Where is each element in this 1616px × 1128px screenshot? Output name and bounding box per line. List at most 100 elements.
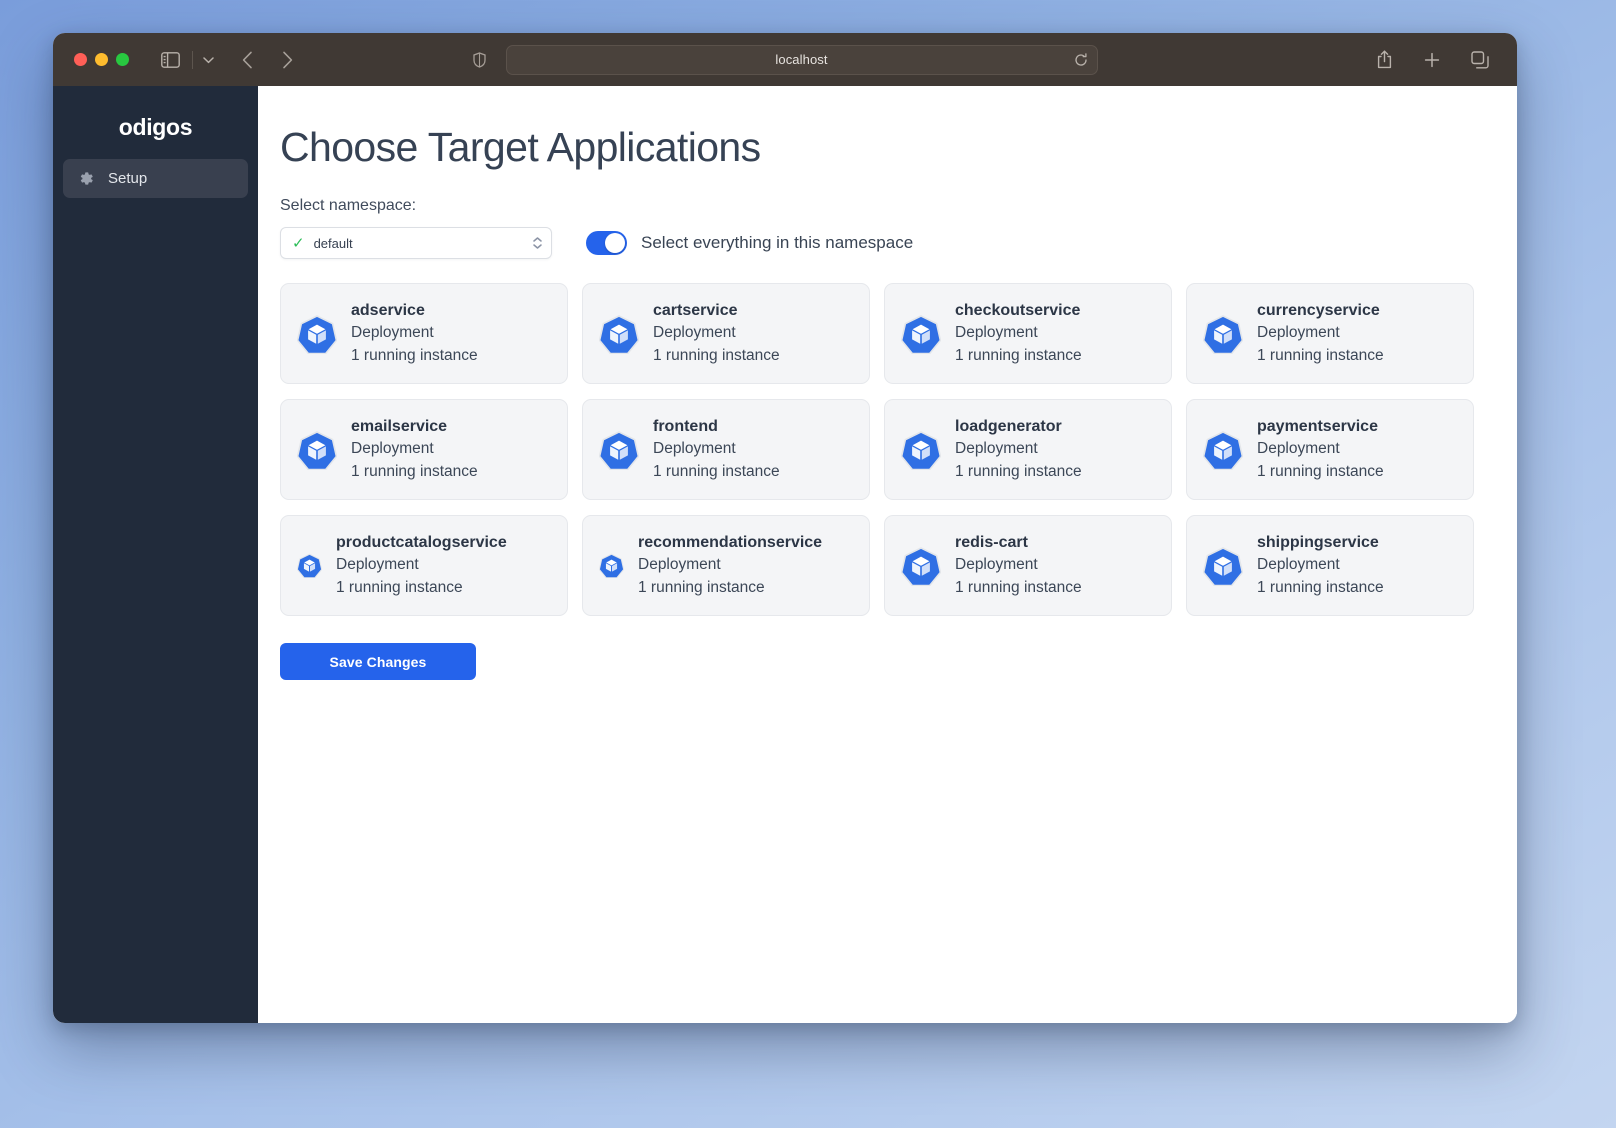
kubernetes-icon [1203,430,1243,470]
save-changes-button[interactable]: Save Changes [280,643,476,681]
application-card-text: currencyservice Deployment 1 running insta… [1257,299,1384,368]
application-instances: 1 running instance [638,579,765,597]
titlebar-divider [192,50,193,69]
shield-icon[interactable] [472,51,486,68]
application-card-text: recommendationservice Deployment 1 running… [638,531,822,600]
application-card[interactable]: emailservice Deployment 1 running instance [280,399,568,501]
main-content: Choose Target Applications Select namesp… [258,86,1517,1023]
app-sidebar: odigos Setup [53,86,258,1023]
application-name: paymentservice [1257,418,1378,436]
minimize-window-button[interactable] [95,53,108,66]
reload-icon[interactable] [1074,52,1088,67]
application-instances: 1 running instance [653,463,780,481]
application-card[interactable]: currencyservice Deployment 1 running insta… [1186,283,1474,385]
titlebar-left-controls [155,46,216,74]
share-icon[interactable] [1369,46,1399,74]
app-brand: odigos [118,114,193,140]
select-everything-label: Select everything in this namespace [641,233,914,253]
forward-button[interactable] [272,46,302,74]
browser-titlebar: localhost [53,33,1517,86]
tabs-icon[interactable] [1465,46,1495,74]
application-name: shippingservice [1257,534,1379,552]
application-card-text: emailservice Deployment 1 running instance [351,415,478,484]
application-name: checkoutservice [955,302,1081,320]
sidebar-toggle-icon[interactable] [155,46,185,74]
application-instances: 1 running instance [336,579,463,597]
application-instances: 1 running instance [955,347,1082,365]
application-card[interactable]: recommendationservice Deployment 1 running… [582,515,870,617]
application-kind: Deployment [955,556,1038,574]
application-card[interactable]: loadgenerator Deployment 1 running instanc… [884,399,1172,501]
kubernetes-icon [1203,314,1243,354]
application-card[interactable]: productcatalogservice Deployment 1 running… [280,515,568,617]
application-name: productcatalogservice [336,534,507,552]
application-kind: Deployment [1257,556,1340,574]
application-kind: Deployment [1257,440,1340,458]
page-body: odigos Setup Choose Target Applications … [53,86,1517,1023]
chevron-updown-icon[interactable] [533,237,542,249]
application-name: adservice [351,302,425,320]
application-name: currencyservice [1257,302,1380,320]
close-window-button[interactable] [74,53,87,66]
application-card[interactable]: redis-cart Deployment 1 running instance [884,515,1172,617]
namespace-select-value: default [313,235,353,251]
application-name: recommendationservice [638,534,823,552]
kubernetes-icon [297,314,337,354]
application-name: frontend [653,418,718,436]
select-everything-toggle[interactable] [586,231,627,256]
address-bar[interactable]: localhost [505,44,1098,75]
application-instances: 1 running instance [955,579,1082,597]
kubernetes-icon [1203,546,1243,586]
kubernetes-icon [599,314,639,354]
application-kind: Deployment [1257,324,1340,342]
application-instances: 1 running instance [1257,463,1384,481]
namespace-select[interactable]: ✓ default [280,227,552,260]
application-card[interactable]: checkoutservice Deployment 1 running insta… [884,283,1172,385]
new-tab-button[interactable] [1417,46,1447,74]
kubernetes-icon [297,553,322,579]
application-card[interactable]: adservice Deployment 1 running instance [280,283,568,385]
application-instances: 1 running instance [1257,347,1384,365]
application-kind: Deployment [351,324,434,342]
application-instances: 1 running instance [1257,579,1384,597]
sidebar-item-setup[interactable]: Setup [63,159,248,198]
url-text: localhost [775,52,828,67]
toggle-knob [605,233,625,254]
application-name: cartservice [653,302,738,320]
application-instances: 1 running instance [351,347,478,365]
application-card[interactable]: cartservice Deployment 1 running instance [582,283,870,385]
application-kind: Deployment [351,440,434,458]
window-controls [74,53,129,66]
kubernetes-icon [901,546,941,586]
application-card-text: paymentservice Deployment 1 running instan… [1257,415,1384,484]
application-kind: Deployment [955,324,1038,342]
application-card-text: adservice Deployment 1 running instance [351,299,478,368]
page-title: Choose Target Applications [280,124,761,170]
application-kind: Deployment [653,440,736,458]
application-name: redis-cart [955,534,1028,552]
application-card-text: shippingservice Deployment 1 running insta… [1257,531,1384,600]
application-kind: Deployment [955,440,1038,458]
kubernetes-icon [599,430,639,470]
application-instances: 1 running instance [955,463,1082,481]
application-card-text: cartservice Deployment 1 running instance [653,299,780,368]
applications-grid: adservice Deployment 1 running instance ca… [280,283,1477,617]
application-card-text: productcatalogservice Deployment 1 running… [336,531,507,600]
namespace-label: Select namespace: [280,197,417,215]
navigation-buttons [232,46,302,74]
application-instances: 1 running instance [653,347,780,365]
application-kind: Deployment [653,324,736,342]
titlebar-right-controls [1369,46,1501,74]
kubernetes-icon [901,430,941,470]
application-card[interactable]: frontend Deployment 1 running instance [582,399,870,501]
chevron-down-icon[interactable] [200,52,216,68]
kubernetes-icon [901,314,941,354]
application-card[interactable]: shippingservice Deployment 1 running insta… [1186,515,1474,617]
maximize-window-button[interactable] [116,53,129,66]
application-name: loadgenerator [955,418,1062,436]
application-kind: Deployment [336,556,419,574]
application-name: emailservice [351,418,448,436]
application-card[interactable]: paymentservice Deployment 1 running instan… [1186,399,1474,501]
back-button[interactable] [232,46,262,74]
gear-icon [77,170,94,187]
